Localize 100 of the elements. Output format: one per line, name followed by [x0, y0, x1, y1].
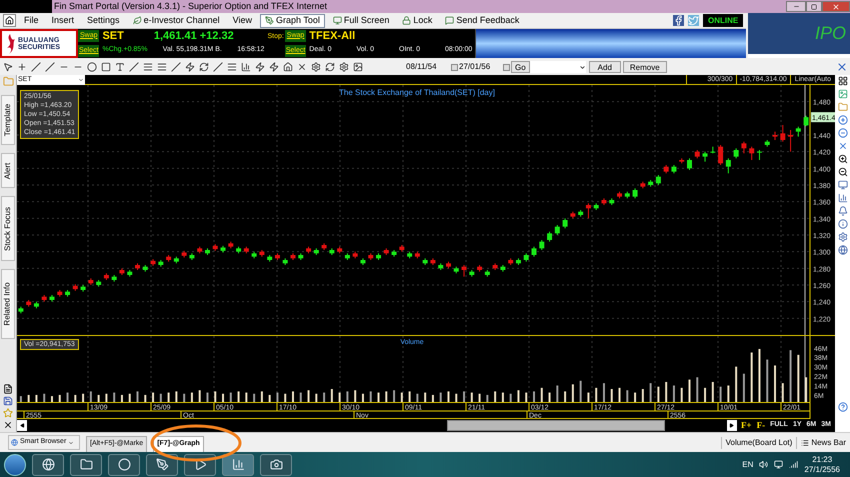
zoom-out-icon[interactable]	[838, 167, 848, 177]
refresh-icon[interactable]	[324, 61, 336, 73]
zoom-button[interactable]: F+	[740, 418, 752, 432]
signal-icon[interactable]	[789, 460, 798, 469]
news-bar-button[interactable]: News Bar	[796, 437, 850, 449]
circle-icon[interactable]	[86, 61, 98, 73]
image-icon[interactable]	[352, 61, 364, 73]
remove-button[interactable]: Remove	[622, 61, 667, 73]
date-field[interactable]: 27/01/56	[459, 61, 503, 73]
bar	[128, 394, 131, 402]
dropdown-field[interactable]	[530, 61, 586, 73]
candlestick	[554, 224, 560, 236]
bell-icon[interactable]	[838, 206, 848, 216]
taskbar-button[interactable]	[146, 454, 178, 476]
bar	[424, 392, 426, 402]
bar	[533, 391, 536, 402]
start-orb-icon[interactable]	[4, 454, 26, 476]
plus-circle-icon[interactable]	[838, 115, 848, 125]
menu-item[interactable]: Graph Tool	[260, 14, 325, 28]
house-icon[interactable]	[282, 61, 294, 73]
taskbar-button[interactable]	[108, 454, 140, 476]
minus-circle-icon[interactable]	[838, 128, 848, 138]
folder-icon[interactable]	[838, 102, 848, 112]
side-tab[interactable]: Related Info	[1, 269, 15, 339]
help-icon[interactable]	[838, 402, 848, 412]
new-file-icon[interactable]	[3, 384, 13, 394]
globe-icon[interactable]	[838, 245, 848, 255]
globe-icon	[11, 439, 18, 446]
bar	[455, 394, 458, 402]
checkbox[interactable]	[451, 64, 458, 70]
menu-item[interactable]: Send Feedback	[440, 14, 524, 28]
candlestick	[632, 188, 638, 199]
language-indicator[interactable]: EN	[742, 458, 754, 470]
zoom-button[interactable]: F-	[756, 418, 766, 432]
text-icon[interactable]	[114, 61, 126, 73]
bar	[548, 392, 551, 402]
bar	[720, 386, 722, 402]
taskbar-button[interactable]	[70, 454, 102, 476]
layout-icon[interactable]	[838, 76, 848, 86]
date-field[interactable]: 08/11/54	[406, 61, 451, 73]
maximize-button[interactable]	[806, 1, 822, 12]
close-icon[interactable]	[3, 420, 13, 430]
cross-icon[interactable]	[838, 141, 848, 151]
speaker-icon[interactable]	[759, 460, 768, 469]
window-title: Fin Smart Portal (Version 4.3.1) - Superior Option and TFEX Internet	[54, 2, 327, 11]
menu-item[interactable]: File	[19, 14, 44, 28]
scroll-right-button[interactable]	[726, 420, 737, 431]
add-button[interactable]: Add	[588, 61, 621, 73]
save-icon[interactable]	[3, 396, 13, 406]
star-icon[interactable]	[3, 408, 13, 418]
candlestick	[749, 146, 754, 160]
taskbar-button[interactable]	[32, 454, 64, 476]
line-icon[interactable]	[30, 61, 42, 73]
checkbox[interactable]	[503, 64, 510, 70]
menu-item[interactable]: Full Screen	[328, 14, 394, 28]
minimize-icon	[792, 3, 800, 10]
network-icon[interactable]	[774, 460, 784, 469]
taskbar-button[interactable]	[222, 454, 254, 476]
side-tab[interactable]: Alert	[1, 153, 15, 188]
pointer-icon[interactable]	[2, 61, 14, 73]
candlestick	[586, 202, 591, 219]
levels-icon[interactable]	[142, 61, 154, 73]
menu-item[interactable]: Insert	[46, 14, 80, 28]
candlestick	[702, 151, 708, 162]
info-icon[interactable]	[838, 219, 848, 229]
bar	[90, 391, 92, 402]
bar	[400, 392, 403, 402]
gear-icon[interactable]	[338, 61, 350, 73]
facebook-icon[interactable]	[673, 15, 684, 26]
square-icon[interactable]	[100, 61, 112, 73]
bar	[120, 394, 123, 402]
scrollbar-thumb[interactable]	[447, 420, 665, 431]
home-button[interactable]	[3, 14, 16, 27]
clock-date: 27/1/2556	[804, 464, 840, 474]
menu-item[interactable]: e-Investor Channel	[128, 14, 225, 28]
taskbar-button[interactable]	[260, 454, 292, 476]
settings-icon[interactable]	[838, 232, 848, 242]
settings-icon[interactable]	[310, 61, 322, 73]
crosshair-icon[interactable]	[16, 61, 28, 73]
menu-item[interactable]: View	[228, 14, 257, 28]
go-button[interactable]: Go	[511, 61, 530, 73]
bar	[712, 382, 714, 402]
menu-item[interactable]: Lock	[397, 14, 438, 28]
monitor-icon[interactable]	[838, 180, 848, 190]
bars-icon[interactable]	[240, 61, 252, 73]
side-tab[interactable]: Template	[1, 95, 15, 145]
bar	[805, 377, 808, 402]
bar	[463, 391, 466, 402]
scroll-left-button[interactable]	[17, 420, 27, 431]
bar	[323, 392, 326, 402]
side-tab[interactable]: Stock Focus	[1, 196, 15, 261]
chart-icon[interactable]	[838, 193, 848, 203]
zoom-in-icon[interactable]	[838, 154, 848, 164]
lines-icon[interactable]	[156, 61, 168, 73]
bar	[447, 391, 450, 402]
delete-icon[interactable]	[296, 61, 308, 73]
bar	[260, 391, 263, 402]
bar	[74, 394, 76, 402]
menu-item[interactable]: Settings	[82, 14, 125, 28]
triangle-icon	[20, 423, 24, 428]
